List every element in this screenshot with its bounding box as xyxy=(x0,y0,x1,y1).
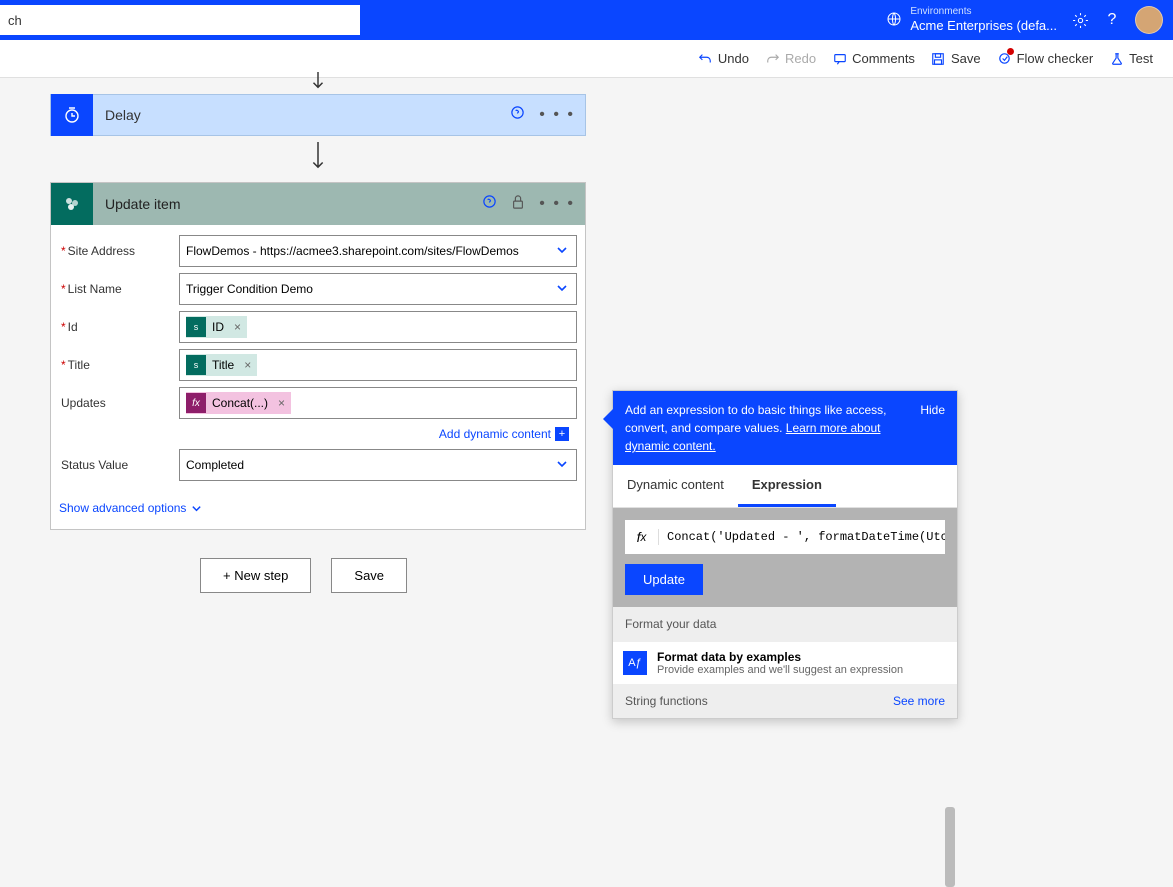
connector-arrow-icon xyxy=(268,72,368,90)
chevron-down-icon xyxy=(556,282,568,297)
save-flow-button[interactable]: Save xyxy=(331,558,407,593)
fx-token-icon: fx xyxy=(186,393,206,413)
string-functions-label: String functions xyxy=(625,694,708,708)
remove-token-icon[interactable]: × xyxy=(230,320,245,334)
remove-token-icon[interactable]: × xyxy=(274,396,289,410)
site-address-input[interactable]: FlowDemos - https://acmee3.sharepoint.co… xyxy=(179,235,577,267)
tab-expression[interactable]: Expression xyxy=(738,465,836,507)
update-item-card: Update item • • • *Site Address FlowDemo… xyxy=(50,182,586,530)
env-name: Acme Enterprises (defa... xyxy=(910,18,1057,34)
expression-value: Concat('Updated - ', formatDateTime(UtcN… xyxy=(659,530,945,544)
update-item-title: Update item xyxy=(93,196,180,212)
title-input[interactable]: s Title × xyxy=(179,349,577,381)
updates-label: Updates xyxy=(59,396,179,410)
status-input[interactable]: Completed xyxy=(179,449,577,481)
save-button[interactable]: Save xyxy=(931,51,981,66)
id-token[interactable]: s ID × xyxy=(186,316,247,338)
update-expression-button[interactable]: Update xyxy=(625,564,703,595)
list-name-input[interactable]: Trigger Condition Demo xyxy=(179,273,577,305)
save-label: Save xyxy=(951,51,981,66)
title-label: *Title xyxy=(59,358,179,372)
sharepoint-token-icon: s xyxy=(186,317,206,337)
format-icon: Aƒ xyxy=(623,651,647,675)
flow-checker-button[interactable]: Flow checker xyxy=(997,51,1094,66)
connector-arrow-icon xyxy=(268,142,368,170)
remove-token-icon[interactable]: × xyxy=(240,358,255,372)
help-circle-icon[interactable] xyxy=(510,105,525,125)
environment-picker[interactable]: Environments Acme Enterprises (defa... xyxy=(886,6,1057,34)
alert-dot-icon xyxy=(1007,48,1014,55)
format-by-examples-item[interactable]: Aƒ Format data by examples Provide examp… xyxy=(613,641,957,684)
add-dynamic-content-link[interactable]: Add dynamic content xyxy=(439,427,551,441)
more-icon[interactable]: • • • xyxy=(539,106,575,124)
flow-checker-label: Flow checker xyxy=(1017,51,1094,66)
update-item-header[interactable]: Update item • • • xyxy=(51,183,585,225)
expression-input[interactable]: fx Concat('Updated - ', formatDateTime(U… xyxy=(625,520,945,554)
id-input[interactable]: s ID × xyxy=(179,311,577,343)
updates-input[interactable]: fx Concat(...) × xyxy=(179,387,577,419)
format-subtitle: Provide examples and we'll suggest an ex… xyxy=(657,664,903,676)
expr-head-text: Add an expression to do basic things lik… xyxy=(625,401,920,455)
site-address-label: *Site Address xyxy=(59,244,179,258)
chevron-down-icon xyxy=(191,503,202,514)
comments-icon xyxy=(832,51,847,66)
test-label: Test xyxy=(1129,51,1153,66)
delay-action-card[interactable]: Delay • • • xyxy=(50,94,586,136)
chevron-down-icon xyxy=(556,244,568,259)
lock-icon[interactable] xyxy=(511,194,525,215)
undo-button[interactable]: Undo xyxy=(698,51,749,66)
comments-button[interactable]: Comments xyxy=(832,51,915,66)
list-name-label: *List Name xyxy=(59,282,179,296)
fx-icon: fx xyxy=(625,529,659,545)
see-more-link[interactable]: See more xyxy=(893,694,945,708)
scrollbar[interactable] xyxy=(945,807,955,887)
expression-panel: Add an expression to do basic things lik… xyxy=(612,390,958,719)
plus-icon[interactable]: + xyxy=(555,427,569,441)
search-input[interactable]: ch xyxy=(0,5,360,35)
delay-title: Delay xyxy=(93,107,141,123)
status-value: Completed xyxy=(186,458,244,472)
status-label: Status Value xyxy=(59,458,179,472)
new-step-button[interactable]: + New step xyxy=(200,558,311,593)
show-advanced-link[interactable]: Show advanced options xyxy=(51,491,585,529)
format-data-section-label: Format your data xyxy=(613,607,957,641)
test-button[interactable]: Test xyxy=(1109,51,1153,66)
flow-canvas: Delay • • • Update item • • • *Site Addr… xyxy=(0,72,1173,593)
tab-dynamic-content[interactable]: Dynamic content xyxy=(613,465,738,507)
save-icon xyxy=(931,51,946,66)
help-circle-icon[interactable] xyxy=(482,194,497,214)
undo-label: Undo xyxy=(718,51,749,66)
gear-icon[interactable] xyxy=(1071,11,1089,29)
updates-token[interactable]: fx Concat(...) × xyxy=(186,392,291,414)
sharepoint-icon xyxy=(51,183,93,225)
sharepoint-token-icon: s xyxy=(186,355,206,375)
globe-icon xyxy=(886,11,902,30)
env-label: Environments xyxy=(910,6,1057,18)
avatar[interactable] xyxy=(1135,6,1163,34)
delay-icon xyxy=(51,94,93,136)
hide-panel-button[interactable]: Hide xyxy=(920,401,945,455)
redo-icon xyxy=(765,51,780,66)
redo-button: Redo xyxy=(765,51,816,66)
format-title: Format data by examples xyxy=(657,650,903,664)
site-address-value: FlowDemos - https://acmee3.sharepoint.co… xyxy=(186,244,519,258)
id-label: *Id xyxy=(59,320,179,334)
chevron-down-icon xyxy=(556,458,568,473)
more-icon[interactable]: • • • xyxy=(539,195,575,213)
top-bar: ch Environments Acme Enterprises (defa..… xyxy=(0,0,1173,40)
flask-icon xyxy=(1109,51,1124,66)
redo-label: Redo xyxy=(785,51,816,66)
callout-pointer-icon xyxy=(603,409,613,429)
comments-label: Comments xyxy=(852,51,915,66)
list-name-value: Trigger Condition Demo xyxy=(186,282,313,296)
help-icon[interactable]: ? xyxy=(1103,11,1121,29)
undo-icon xyxy=(698,51,713,66)
title-token[interactable]: s Title × xyxy=(186,354,257,376)
